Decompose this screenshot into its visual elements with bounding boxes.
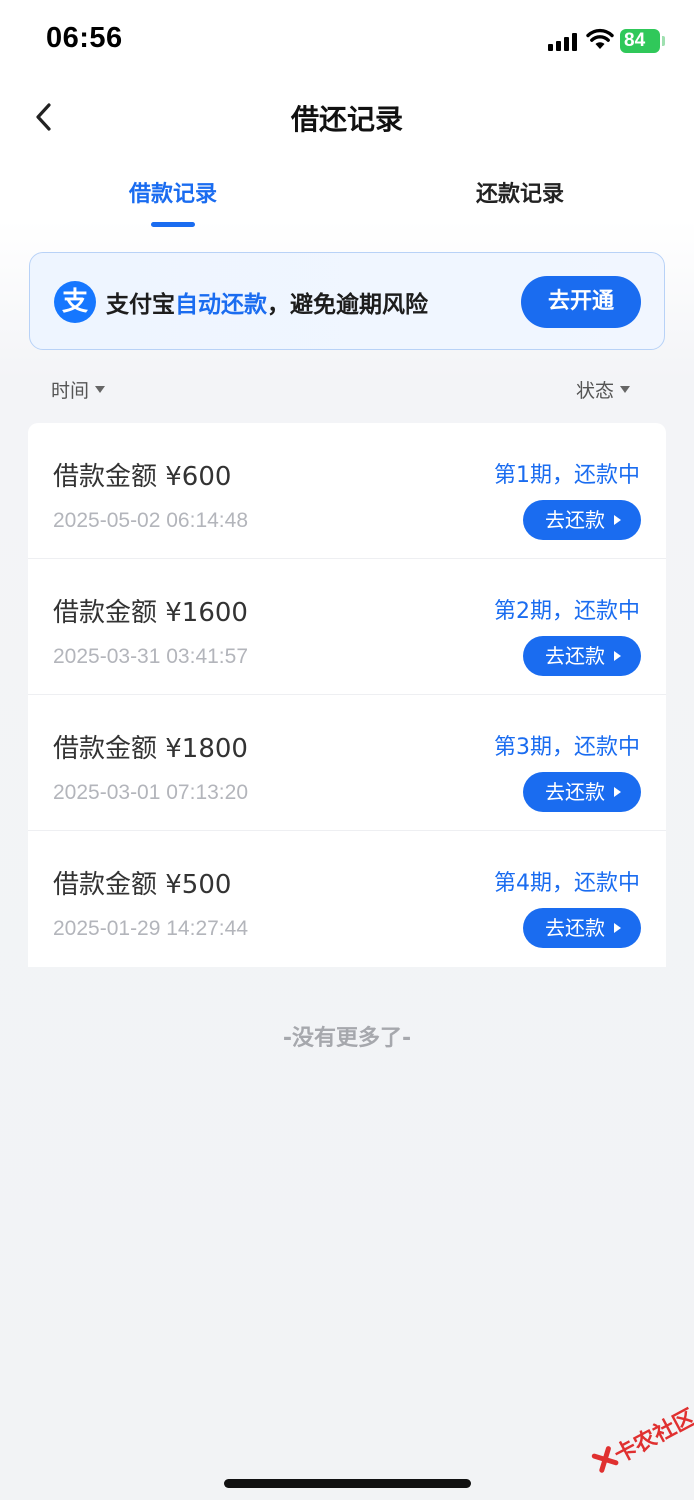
repay-button-label: 去还款 xyxy=(545,644,605,668)
time-filter-label: 时间 xyxy=(51,380,90,402)
banner-text-prefix: 支付宝 xyxy=(106,292,175,318)
status-filter[interactable]: 状态 xyxy=(576,376,631,403)
tab-repay-records[interactable]: 还款记录 xyxy=(420,176,620,208)
loan-period-status: 第4期，还款中 xyxy=(494,871,640,896)
play-arrow-icon xyxy=(614,787,621,797)
repay-button-label: 去还款 xyxy=(545,780,605,804)
banner-text-suffix: ，避免逾期风险 xyxy=(267,292,428,318)
tab-active-indicator xyxy=(151,222,195,227)
tab-borrow-records[interactable]: 借款记录 xyxy=(73,176,273,208)
list-item[interactable]: 借款金额 ¥1600 2025-03-31 03:41:57 第2期，还款中 去… xyxy=(28,559,666,695)
loan-amount: 借款金额 ¥1600 xyxy=(53,598,248,628)
loan-datetime: 2025-03-31 03:41:57 xyxy=(53,645,248,668)
list-item[interactable]: 借款金额 ¥1800 2025-03-01 07:13:20 第3期，还款中 去… xyxy=(28,695,666,831)
auto-repay-banner: 支 支付宝自动还款，避免逾期风险 去开通 xyxy=(29,252,665,350)
repay-button[interactable]: 去还款 xyxy=(523,636,641,676)
banner-text: 支付宝自动还款，避免逾期风险 xyxy=(106,285,428,319)
alipay-icon: 支 xyxy=(54,281,96,323)
banner-text-highlight: 自动还款 xyxy=(175,292,267,318)
battery-icon: 84 xyxy=(620,29,660,53)
list-item[interactable]: 借款金额 ¥500 2025-01-29 14:27:44 第4期，还款中 去还… xyxy=(28,831,666,967)
loan-datetime: 2025-05-02 06:14:48 xyxy=(53,509,248,532)
play-arrow-icon xyxy=(614,515,621,525)
loan-amount: 借款金额 ¥1800 xyxy=(53,734,248,764)
repay-button[interactable]: 去还款 xyxy=(523,772,641,812)
loan-datetime: 2025-01-29 14:27:44 xyxy=(53,917,248,940)
time-filter[interactable]: 时间 xyxy=(51,376,106,403)
loan-period-status: 第1期，还款中 xyxy=(494,463,640,488)
caret-down-icon xyxy=(95,386,106,393)
battery-level: 84 xyxy=(624,30,646,51)
home-indicator[interactable] xyxy=(224,1479,471,1488)
caret-down-icon xyxy=(620,386,631,393)
repay-button-label: 去还款 xyxy=(545,916,605,940)
repay-button-label: 去还款 xyxy=(545,508,605,532)
status-filter-label: 状态 xyxy=(576,380,615,402)
list-item[interactable]: 借款金额 ¥600 2025-05-02 06:14:48 第1期，还款中 去还… xyxy=(28,423,666,559)
no-more-text: -没有更多了- xyxy=(282,1026,412,1051)
battery-cap xyxy=(662,36,665,46)
loan-amount: 借款金额 ¥600 xyxy=(53,462,232,492)
play-arrow-icon xyxy=(614,651,621,661)
repay-button[interactable]: 去还款 xyxy=(523,500,641,540)
loan-records-list: 借款金额 ¥600 2025-05-02 06:14:48 第1期，还款中 去还… xyxy=(28,423,666,967)
play-arrow-icon xyxy=(614,923,621,933)
page-title: 借还记录 xyxy=(290,103,403,136)
loan-period-status: 第3期，还款中 xyxy=(494,735,640,760)
status-time: 06:56 xyxy=(46,22,123,54)
repay-button[interactable]: 去还款 xyxy=(523,908,641,948)
cellular-signal-icon xyxy=(548,33,578,51)
watermark-logo: 卡农社区 xyxy=(582,1392,694,1492)
loan-amount: 借款金额 ¥500 xyxy=(53,870,232,900)
loan-datetime: 2025-03-01 07:13:20 xyxy=(53,781,248,804)
watermark-text: 卡农社区 xyxy=(610,1404,694,1469)
enable-auto-repay-button[interactable]: 去开通 xyxy=(521,276,641,328)
wifi-icon xyxy=(586,28,614,50)
loan-period-status: 第2期，还款中 xyxy=(494,599,640,624)
